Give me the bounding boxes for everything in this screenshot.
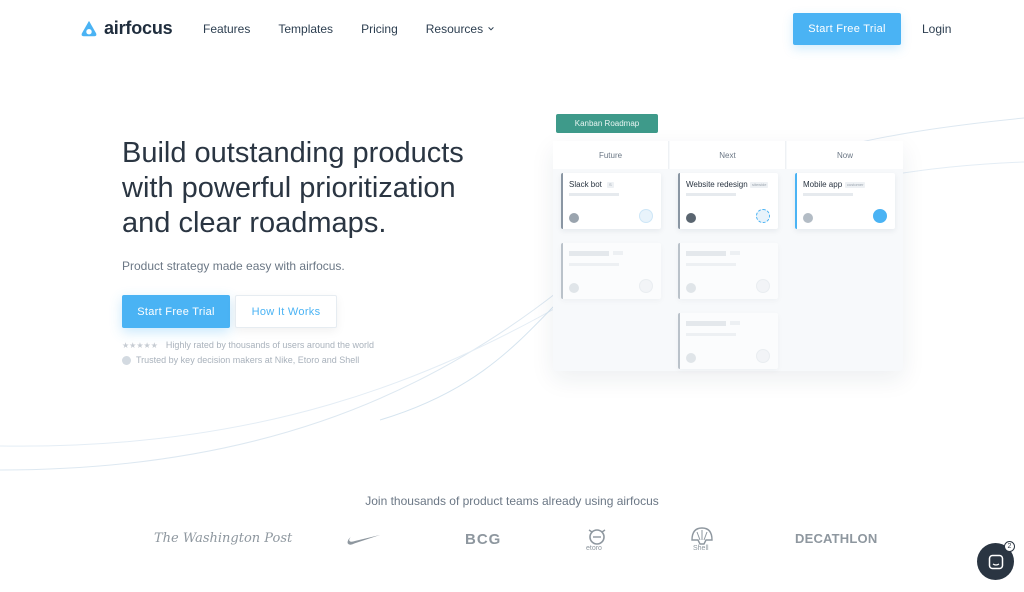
hero-start-trial-button[interactable]: Start Free Trial [122, 295, 230, 328]
washington-post-logo: The Washington Post [154, 531, 293, 546]
shell-icon [691, 527, 713, 545]
card-meta [569, 263, 619, 266]
card-meta [803, 193, 853, 196]
card-title: Mobile app [803, 180, 843, 189]
kanban-card-placeholder [678, 313, 778, 369]
kanban-card-slack-bot: Slack bot S [561, 173, 661, 229]
shell-wordmark: Shell [693, 545, 709, 552]
header-start-trial-button[interactable]: Start Free Trial [793, 13, 901, 45]
card-tag: customer [845, 182, 866, 188]
card-title-placeholder [686, 321, 726, 326]
star-rating-icon: ★★★★★ [122, 340, 158, 350]
hero-title: Build outstanding products with powerful… [122, 136, 502, 241]
airfocus-logo-icon [81, 20, 97, 36]
card-meta [686, 193, 736, 196]
score-badge-icon [639, 209, 653, 223]
column-next: Next [670, 141, 786, 169]
avatar [803, 213, 813, 223]
check-icon [122, 355, 131, 365]
trust-text: Trusted by key decision makers at Nike, … [136, 355, 360, 365]
card-title: Slack bot [569, 180, 602, 189]
nav-pricing[interactable]: Pricing [361, 22, 398, 36]
etoro-logo: etoro [585, 526, 609, 552]
nav-features[interactable]: Features [203, 22, 250, 36]
hero-title-line-1: Build outstanding products [122, 137, 464, 169]
site-header: airfocus Features Templates Pricing Reso… [0, 0, 1024, 60]
kanban-roadmap-label: Kanban Roadmap [556, 114, 658, 133]
kanban-card-website-redesign: Website redesign sitewide [678, 173, 778, 229]
nav-resources-label: Resources [425, 22, 484, 36]
decathlon-logo: DECATHLON [795, 531, 878, 546]
chat-notification-badge: 2 [1004, 541, 1015, 552]
etoro-wordmark: etoro [586, 545, 602, 552]
score-badge-icon [873, 209, 887, 223]
avatar [569, 283, 579, 293]
kanban-card-mobile-app: Mobile app customer [795, 173, 895, 229]
nav-templates[interactable]: Templates [278, 22, 333, 36]
card-title: Website redesign [686, 180, 748, 189]
nav-pricing-label: Pricing [361, 22, 398, 36]
card-tag: sitewide [750, 182, 769, 188]
nav-features-label: Features [203, 22, 251, 36]
card-title-placeholder [569, 251, 609, 256]
nav-templates-label: Templates [278, 22, 334, 36]
card-tag: S [607, 182, 614, 188]
kanban-board-illustration: Future Next Now Slack bot S Website rede… [553, 141, 903, 371]
nav-resources[interactable]: Resources [426, 22, 495, 36]
card-title-placeholder [686, 251, 726, 256]
main-nav: Features Templates Pricing Resources [203, 22, 523, 36]
avatar [569, 213, 579, 223]
score-badge-icon [639, 279, 653, 293]
rating-row: ★★★★★ Highly rated by thousands of users… [122, 340, 374, 350]
hero-subtitle: Product strategy made easy with airfocus… [122, 259, 345, 273]
hero-title-line-2: with powerful prioritization [122, 172, 456, 204]
nike-swoosh-icon [347, 534, 381, 545]
card-tag-placeholder [730, 321, 740, 325]
chat-icon [988, 554, 1003, 569]
column-now: Now [787, 141, 903, 169]
card-meta [686, 333, 736, 336]
avatar [686, 213, 696, 223]
trust-row: Trusted by key decision makers at Nike, … [122, 355, 359, 365]
avatar [686, 353, 696, 363]
hero-title-line-3: and clear roadmaps. [122, 207, 387, 239]
chevron-down-icon [488, 27, 494, 31]
score-badge-icon [756, 349, 770, 363]
rating-text: Highly rated by thousands of users aroun… [165, 340, 374, 350]
column-future: Future [553, 141, 669, 169]
avatar [686, 283, 696, 293]
kanban-card-placeholder [561, 243, 661, 299]
card-tag-placeholder [613, 251, 623, 255]
login-link[interactable]: Login [922, 22, 951, 36]
score-badge-icon [756, 209, 770, 223]
card-meta [686, 263, 736, 266]
card-tag-placeholder [730, 251, 740, 255]
score-badge-icon [756, 279, 770, 293]
bcg-logo: BCG [465, 531, 502, 548]
brand-name: airfocus [104, 18, 173, 38]
card-meta [569, 193, 619, 196]
how-it-works-button[interactable]: How It Works [235, 295, 337, 328]
airfocus-logo[interactable]: airfocus [80, 18, 173, 39]
logos-caption: Join thousands of product teams already … [365, 494, 659, 508]
kanban-card-placeholder [678, 243, 778, 299]
shell-logo: Shell [690, 526, 714, 554]
